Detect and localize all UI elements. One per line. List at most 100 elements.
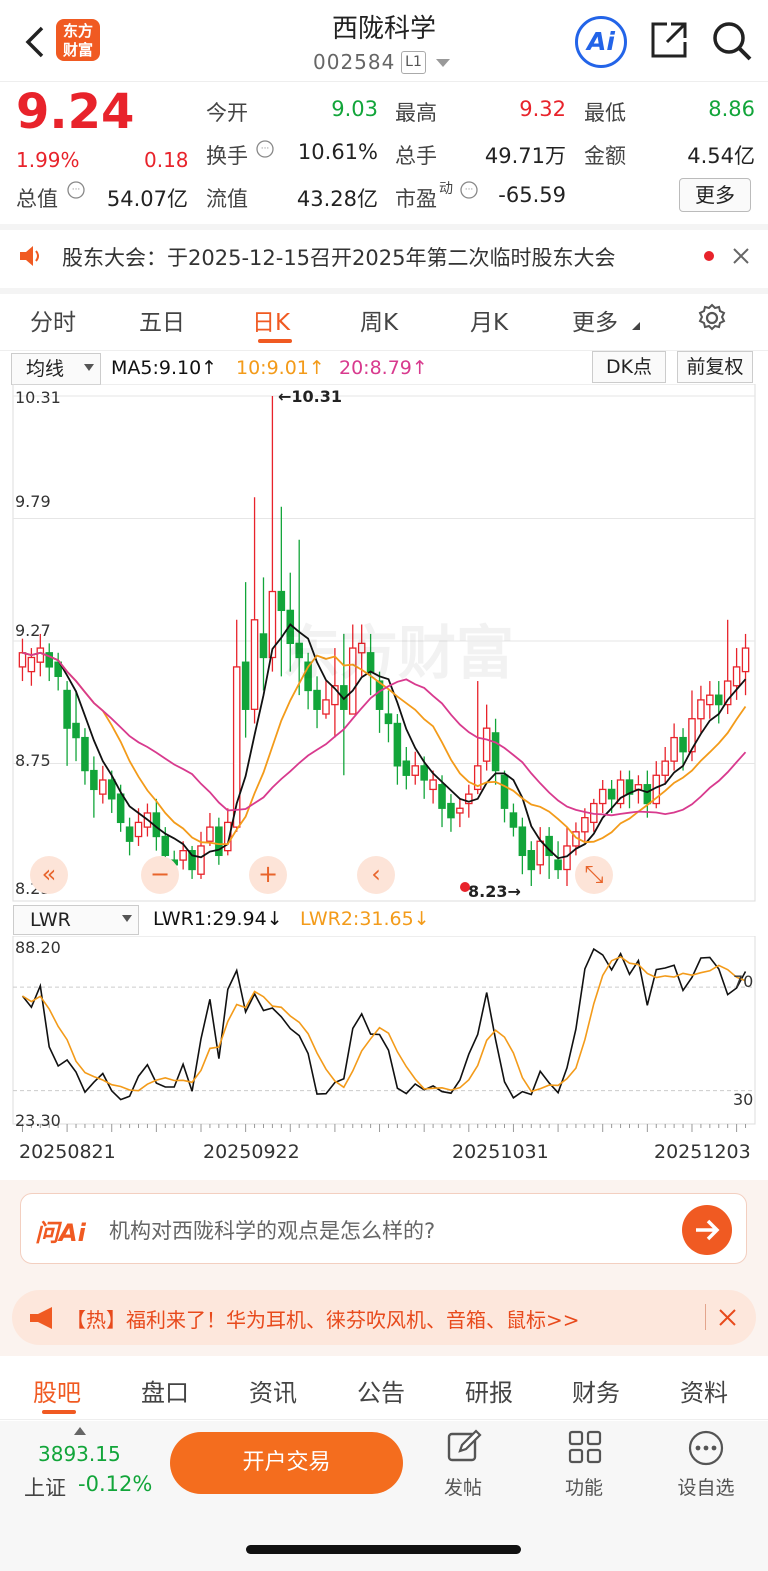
candle-down [241,661,250,710]
zoom-in-button[interactable]: + [249,856,287,894]
tab-financials[interactable]: 财务 [572,1373,620,1408]
dropdown-caret-icon[interactable] [436,59,450,68]
candle-up [429,779,437,791]
lwr-indicator-chart[interactable] [0,936,768,1136]
change-percent: 1.99% [16,148,80,172]
tab-more[interactable]: 更多 [572,303,618,337]
lwr2-value: LWR2:31.65↓ [300,908,430,930]
candle-up [581,817,589,833]
float-label: 流值 [206,187,248,211]
candle-down [491,732,500,772]
corner-caret-icon [632,322,640,330]
tab-five-day[interactable]: 五日 [139,303,185,337]
candle-down [509,812,518,828]
zoom-out-button[interactable]: − [141,856,179,894]
ask-ai-send-button[interactable] [682,1205,732,1255]
min-price-annotation: 8.23→ [468,882,521,901]
tab-research[interactable]: 研报 [465,1373,513,1408]
candle-down [679,736,687,753]
search-icon[interactable] [711,20,753,62]
volume-value: 49.71万 [484,144,566,168]
function-label[interactable]: 功能 [549,1473,619,1500]
tab-monthly-k[interactable]: 月K [470,303,508,337]
close-icon[interactable] [733,248,749,264]
settings-gear-icon[interactable] [697,303,727,333]
adjust-button[interactable]: 前复权 [677,351,753,383]
candle-up [134,821,143,838]
edit-post-icon[interactable] [446,1429,482,1465]
candle-down [518,826,527,857]
lwr1-value: LWR1:29.94↓ [153,908,283,930]
candle-up [670,736,678,762]
ma20-value: 20:8.79↑ [339,357,428,379]
turnover-value: 10.61% [297,140,378,164]
y-tick-label: 9.27 [15,621,51,640]
candle-down [402,760,411,776]
amount-label: 金额 [584,144,626,168]
candle-up [27,656,36,673]
tab-forum[interactable]: 股吧 [33,1373,81,1408]
svg-text:···: ··· [261,144,270,154]
ai-assistant-button[interactable]: Ai [575,16,627,68]
candle-down [161,835,170,857]
max-price-annotation: ←10.31 [278,387,343,406]
tab-weekly-k[interactable]: 周K [360,303,398,337]
candle-up [250,619,259,710]
tab-profile[interactable]: 资料 [680,1373,728,1408]
mktcap-value: 54.07亿 [106,187,188,211]
candle-up [697,699,705,720]
pe-label: 市盈 [395,187,437,211]
low-label: 最低 [584,101,626,125]
share-icon[interactable] [649,20,689,60]
info-icon[interactable]: ··· [67,181,85,199]
lwr-ref-label: 30 [733,1090,754,1109]
ma-selector-label: 均线 [26,358,65,380]
tab-announcements[interactable]: 公告 [357,1373,405,1408]
more-dots-icon[interactable] [687,1429,725,1467]
index-value[interactable]: 3893.15 [38,1442,121,1466]
more-quote-button[interactable]: 更多 [679,178,751,212]
ask-ai-input[interactable]: 机构对西陇科学的观点是怎么样的? [109,1215,435,1245]
y-tick-label: 9.79 [15,492,51,511]
divider [0,288,768,294]
notice-text: 股东大会：于2025-12-15召开2025年第二次临时股东大会 [62,246,616,270]
dk-point-button[interactable]: DK点 [592,351,666,383]
tab-news[interactable]: 资讯 [249,1373,297,1408]
stock-code: 002584 [313,50,396,74]
tab-daily-k[interactable]: 日K [252,303,290,337]
candle-down [116,793,125,824]
candle-down [393,722,402,767]
active-tab-indicator [42,1410,76,1414]
candle-down [714,694,723,706]
grid-function-icon[interactable] [567,1429,603,1465]
pe-value: -65.59 [498,183,566,207]
level-badge[interactable]: L1 [401,51,426,74]
candle-up [563,845,571,871]
ma10-value: 10:9.01↑ [236,357,325,379]
watermark: 东方财富 [282,619,515,687]
fullscreen-button[interactable]: ⤡ [575,856,613,894]
candle-down [63,689,71,729]
tab-orderbook[interactable]: 盘口 [141,1373,189,1408]
open-account-trade-button[interactable]: 开户交易 [170,1432,403,1494]
info-icon[interactable]: ··· [460,181,478,199]
step-left-button[interactable]: ‹ [357,856,395,894]
pe-superscript: 动 [439,181,453,197]
post-label[interactable]: 发帖 [428,1473,498,1500]
watchlist-label[interactable]: 设自选 [671,1473,741,1500]
indicator-selector-label: LWR [30,909,71,931]
divider [705,1304,706,1330]
close-icon[interactable] [719,1309,736,1326]
info-icon[interactable]: ··· [256,140,274,158]
indicator-selector[interactable]: LWR [13,905,139,935]
divider [0,224,768,230]
volume-label: 总手 [395,144,437,168]
candle-down [420,765,428,781]
scroll-left-button[interactable]: « [30,856,68,894]
home-indicator [246,1545,521,1554]
lwr-y-tick-label: 88.20 [15,938,61,957]
candle-up [661,760,669,776]
ask-ai-box[interactable]: 问Ai 机构对西陇科学的观点是怎么样的? [20,1193,747,1264]
tab-timeshare[interactable]: 分时 [30,303,76,337]
promo-banner[interactable]: 【热】福利来了！华为耳机、徕芬吹风机、音箱、鼠标>> [12,1290,756,1345]
